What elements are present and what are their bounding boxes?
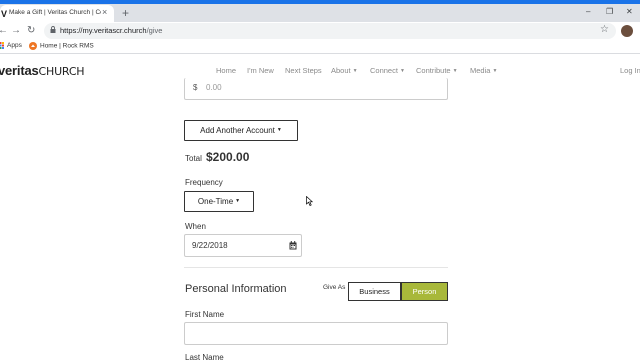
date-value: 9/22/2018 (192, 241, 228, 250)
frequency-dropdown[interactable]: One-Time ▼ (184, 191, 254, 212)
restore-button[interactable]: ❐ (606, 7, 613, 16)
bookmark-star-icon[interactable]: ☆ (600, 24, 609, 35)
amount-input[interactable]: $ 0.00 (184, 78, 448, 100)
give-as-person-toggle[interactable]: Person (401, 282, 448, 301)
calendar-icon[interactable] (289, 241, 297, 250)
caret-down-icon: ▼ (235, 198, 241, 205)
nav-log-in[interactable]: Log In (620, 66, 640, 75)
when-date-input[interactable]: 9/22/2018 (184, 234, 302, 257)
first-name-label: First Name (185, 310, 225, 319)
total-label: Total (185, 154, 202, 163)
veritas-church-logo[interactable]: veritasCHURCH (0, 63, 85, 78)
section-divider (184, 267, 448, 268)
personal-information-heading: Personal Information (185, 283, 287, 295)
close-window-button[interactable]: ✕ (626, 7, 633, 16)
apps-grid-icon (0, 42, 4, 49)
give-as-business-toggle[interactable]: Business (348, 282, 401, 301)
url-text: https://my.veritascr.church/give (60, 26, 163, 35)
mouse-pointer-icon (306, 196, 313, 206)
nav-home[interactable]: Home (216, 66, 236, 75)
site-favicon-icon: V (1, 9, 8, 19)
currency-symbol: $ (193, 83, 198, 92)
frequency-label: Frequency (185, 178, 223, 187)
address-bar[interactable]: https://my.veritascr.church/give ☆ (44, 23, 616, 39)
minimize-button[interactable]: – (586, 7, 590, 16)
total-amount: $200.00 (206, 150, 250, 164)
amount-placeholder: 0.00 (206, 83, 222, 92)
nav-contribute[interactable]: Contribute ▼ (416, 66, 458, 75)
bookmark-apps[interactable]: Apps (0, 42, 22, 49)
give-as-label: Give As (323, 284, 346, 291)
reload-icon[interactable]: ↻ (27, 25, 35, 36)
rock-rms-icon (29, 42, 37, 50)
when-label: When (185, 222, 206, 231)
nav-media[interactable]: Media ▼ (470, 66, 497, 75)
tab-title: Make a Gift | Veritas Church | Co (9, 9, 101, 16)
add-another-account-button[interactable]: Add Another Account ▼ (184, 120, 298, 141)
browser-tab[interactable]: V Make a Gift | Veritas Church | Co × (0, 5, 114, 22)
chevron-down-icon: ▼ (352, 68, 358, 75)
nav-connect[interactable]: Connect ▼ (370, 66, 405, 75)
forward-arrow-icon[interactable]: → (11, 25, 21, 36)
tab-bar: V Make a Gift | Veritas Church | Co × + … (0, 4, 640, 22)
bookmarks-bar: Apps Home | Rock RMS (0, 40, 640, 54)
first-name-input[interactable] (184, 322, 448, 345)
chevron-down-icon: ▼ (399, 68, 405, 75)
chevron-down-icon: ▼ (492, 68, 498, 75)
chevron-down-icon: ▼ (452, 68, 458, 75)
caret-down-icon: ▼ (276, 127, 282, 134)
new-tab-button[interactable]: + (122, 6, 129, 20)
nav-im-new[interactable]: I'm New (247, 66, 274, 75)
nav-about[interactable]: About ▼ (331, 66, 358, 75)
bookmark-rock-rms[interactable]: Home | Rock RMS (29, 42, 94, 50)
browser-toolbar: ← → ↻ https://my.veritascr.church/give ☆ (0, 22, 640, 40)
tab-close-icon[interactable]: × (102, 7, 107, 17)
last-name-label: Last Name (185, 353, 224, 362)
profile-avatar[interactable] (621, 25, 633, 37)
nav-next-steps[interactable]: Next Steps (285, 66, 322, 75)
back-arrow-icon[interactable]: ← (0, 25, 8, 36)
lock-icon (50, 26, 56, 33)
